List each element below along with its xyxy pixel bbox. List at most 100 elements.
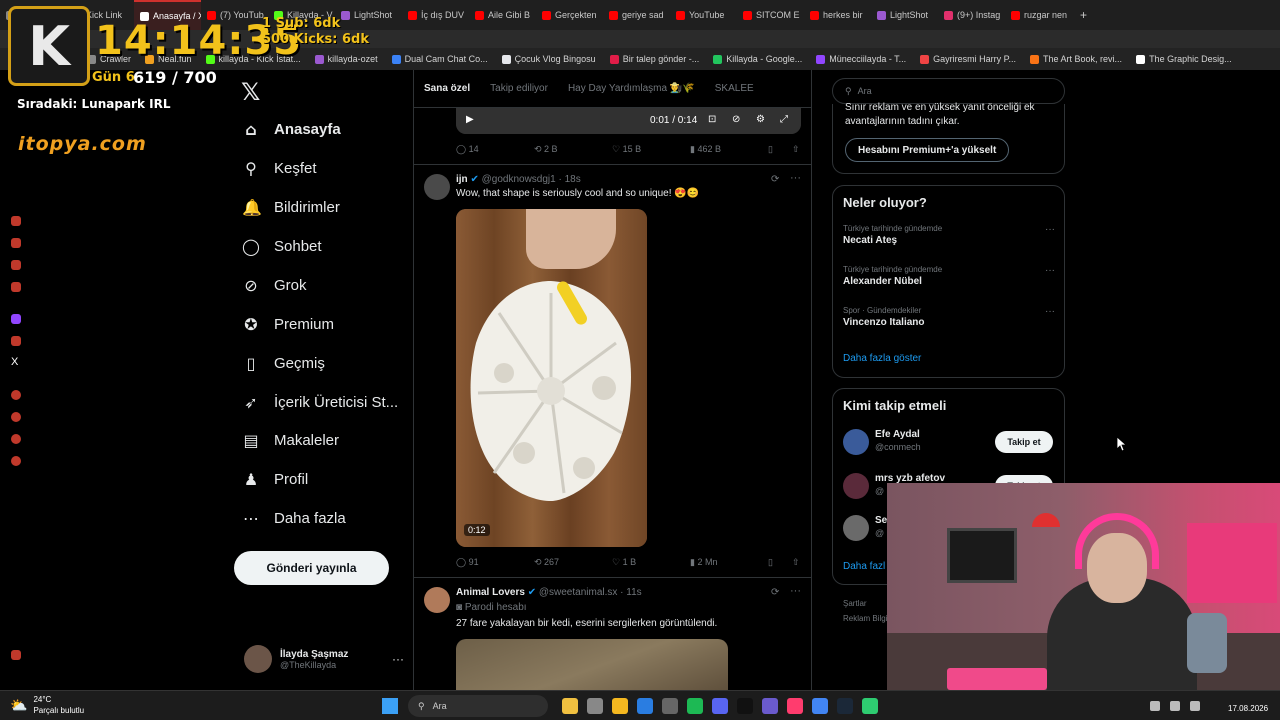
views-icon[interactable]: ▮ 2 Mn bbox=[690, 557, 717, 568]
browser-tab[interactable]: SITCOM E bbox=[737, 0, 804, 30]
task-view-icon[interactable] bbox=[587, 698, 603, 714]
steam-icon[interactable] bbox=[837, 698, 853, 714]
twitch-icon[interactable] bbox=[11, 314, 21, 324]
browser-tab[interactable]: Gerçekten bbox=[536, 0, 603, 30]
follow-name[interactable]: Efe Aydal bbox=[875, 429, 920, 440]
trend-item[interactable]: Türkiye tarihinde gündemde Alexander Nübe… bbox=[843, 265, 1055, 287]
tweet-image[interactable] bbox=[456, 639, 728, 690]
share-icon[interactable]: ⇧ bbox=[792, 557, 800, 568]
tweet-video[interactable]: 0:12 bbox=[456, 209, 647, 547]
browser-tab[interactable]: Aile Gibi B bbox=[469, 0, 536, 30]
nav-item-1[interactable]: ⌂ Anasayfa bbox=[242, 115, 340, 143]
like-icon[interactable]: ♡ 15 B bbox=[612, 144, 641, 155]
nav-item-9[interactable]: ▤ Makaleler bbox=[242, 426, 339, 454]
discord-icon[interactable] bbox=[712, 698, 728, 714]
x-logo-icon[interactable]: 𝕏 bbox=[241, 78, 260, 106]
address-bar[interactable] bbox=[0, 30, 1280, 48]
tweet-handle[interactable]: @godknowsdgj1 bbox=[482, 174, 556, 185]
tweet-time[interactable]: 11s bbox=[626, 587, 641, 598]
obs-icon[interactable] bbox=[737, 698, 753, 714]
retweet-icon[interactable]: ⟲ 267 bbox=[534, 557, 559, 568]
account-more-icon[interactable]: ··· bbox=[392, 652, 404, 666]
start-button[interactable] bbox=[382, 698, 398, 714]
browser-tab[interactable]: ruzgar nen bbox=[1005, 0, 1072, 30]
account-switcher[interactable]: İlayda Şaşmaz @TheKillayda ··· bbox=[244, 643, 404, 675]
feed-tab[interactable]: Sana özel bbox=[414, 83, 480, 94]
strip-icon[interactable] bbox=[11, 434, 21, 444]
tweet-handle[interactable]: @sweetanimal.sx bbox=[539, 587, 618, 598]
tweet-time[interactable]: 18s bbox=[565, 174, 581, 185]
tweet-author[interactable]: ijn bbox=[456, 174, 468, 185]
upgrade-premium-button[interactable]: Hesabını Premium+'a yükselt bbox=[845, 138, 1010, 162]
tweet-avatar[interactable] bbox=[424, 587, 450, 613]
bookmark-item[interactable]: Çocuk Vlog Bingosu bbox=[495, 54, 603, 64]
notes-icon[interactable] bbox=[862, 698, 878, 714]
trend-item[interactable]: Türkiye tarihinde gündemde Necati Ateş ··· bbox=[843, 224, 1055, 246]
strip-icon[interactable] bbox=[11, 650, 21, 660]
reply-icon[interactable]: ◯ 14 bbox=[456, 144, 479, 155]
strip-icon[interactable] bbox=[11, 390, 21, 400]
browser-tab[interactable]: LightShot bbox=[335, 0, 402, 30]
bookmark-item[interactable]: Dual Cam Chat Co... bbox=[385, 54, 495, 64]
captions-icon[interactable]: ⊡ bbox=[708, 114, 716, 125]
strip-icon[interactable] bbox=[11, 238, 21, 248]
avatar[interactable] bbox=[843, 473, 869, 499]
show-more-link[interactable]: Daha fazla göster bbox=[843, 353, 921, 364]
file-explorer-icon[interactable] bbox=[612, 698, 628, 714]
nav-item-10[interactable]: ♟ Profil bbox=[242, 465, 308, 493]
nav-item-6[interactable]: ✪ Premium bbox=[242, 310, 334, 338]
bookmark-item[interactable]: Neal.fun bbox=[138, 54, 199, 64]
tweet-avatar[interactable] bbox=[424, 174, 450, 200]
browser-tab[interactable]: YouTube bbox=[670, 0, 737, 30]
browser-tab[interactable]: herkes bir bbox=[804, 0, 871, 30]
avatar[interactable] bbox=[843, 515, 869, 541]
grok-icon[interactable]: ⟳ bbox=[771, 587, 779, 598]
bookmark-item[interactable]: killayda-ozet bbox=[308, 54, 385, 64]
footer-terms[interactable]: Şartlar bbox=[843, 599, 867, 608]
new-tab-icon[interactable]: + bbox=[1072, 8, 1095, 22]
strip-icon[interactable] bbox=[11, 412, 21, 422]
widgets-icon[interactable] bbox=[562, 698, 578, 714]
share-icon[interactable]: ⇧ bbox=[792, 144, 800, 155]
nav-item-8[interactable]: ➶ İçerik Üreticisi St... bbox=[242, 388, 398, 416]
reply-icon[interactable]: ◯ 91 bbox=[456, 557, 479, 568]
nav-item-2[interactable]: ⚲ Keşfet bbox=[242, 154, 316, 182]
mute-icon[interactable]: ⊘ bbox=[732, 114, 740, 125]
bookmark-item[interactable]: The Graphic Desig... bbox=[1129, 54, 1239, 64]
bookmark-icon[interactable]: ▯ bbox=[768, 144, 773, 155]
wifi-icon[interactable] bbox=[1150, 701, 1160, 711]
browser-tab[interactable]: Kick Link bbox=[67, 0, 134, 30]
tweet-author[interactable]: Animal Lovers bbox=[456, 587, 525, 598]
like-icon[interactable]: ♡ 1 B bbox=[612, 557, 636, 568]
settings-icon[interactable]: ⚙ bbox=[756, 114, 765, 125]
bookmark-item[interactable]: Killayda - Google... bbox=[706, 54, 809, 64]
taskbar-search[interactable]: ⚲ Ara bbox=[408, 695, 548, 717]
follow-button[interactable]: Takip et bbox=[995, 431, 1053, 453]
mail-icon[interactable] bbox=[637, 698, 653, 714]
browser-tab[interactable]: Killayda - V bbox=[268, 0, 335, 30]
bookmark-item[interactable]: Gayriresmi Harry P... bbox=[913, 54, 1023, 64]
x-sidebar-icon[interactable]: X bbox=[11, 356, 18, 368]
battery-icon[interactable] bbox=[1190, 701, 1200, 711]
strip-icon[interactable] bbox=[11, 216, 21, 226]
bookmark-item[interactable]: killayda - Kick İstat... bbox=[199, 54, 308, 64]
github-icon[interactable] bbox=[662, 698, 678, 714]
volume-icon[interactable] bbox=[1170, 701, 1180, 711]
trend-item[interactable]: Spor · Gündemdekiler Vincenzo Italiano ··· bbox=[843, 306, 1055, 328]
browser-tab[interactable]: LightShot bbox=[871, 0, 938, 30]
tweet-more-icon[interactable]: ··· bbox=[790, 585, 801, 597]
trend-more-icon[interactable]: ··· bbox=[1045, 265, 1055, 276]
spotify-icon[interactable] bbox=[687, 698, 703, 714]
feed-tab[interactable]: Hay Day Yardımlaşma 👨‍🌾🌾 bbox=[558, 83, 705, 94]
browser-tab[interactable]: geriye sad bbox=[603, 0, 670, 30]
taskbar-date[interactable]: 17.08.2026 bbox=[1228, 704, 1268, 713]
gear-icon[interactable] bbox=[11, 456, 21, 466]
bookmark-item[interactable]: Crawler bbox=[80, 54, 138, 64]
trend-more-icon[interactable]: ··· bbox=[1045, 306, 1055, 317]
feed-tab[interactable]: Takip ediliyor bbox=[480, 83, 558, 94]
browser-tab[interactable]: ...away bbox=[0, 0, 67, 30]
tweet-more-icon[interactable]: ··· bbox=[790, 172, 801, 184]
post-button[interactable]: Gönderi yayınla bbox=[234, 551, 389, 585]
follow-name[interactable]: Se bbox=[875, 515, 887, 526]
views-icon[interactable]: ▮ 462 B bbox=[690, 144, 721, 155]
